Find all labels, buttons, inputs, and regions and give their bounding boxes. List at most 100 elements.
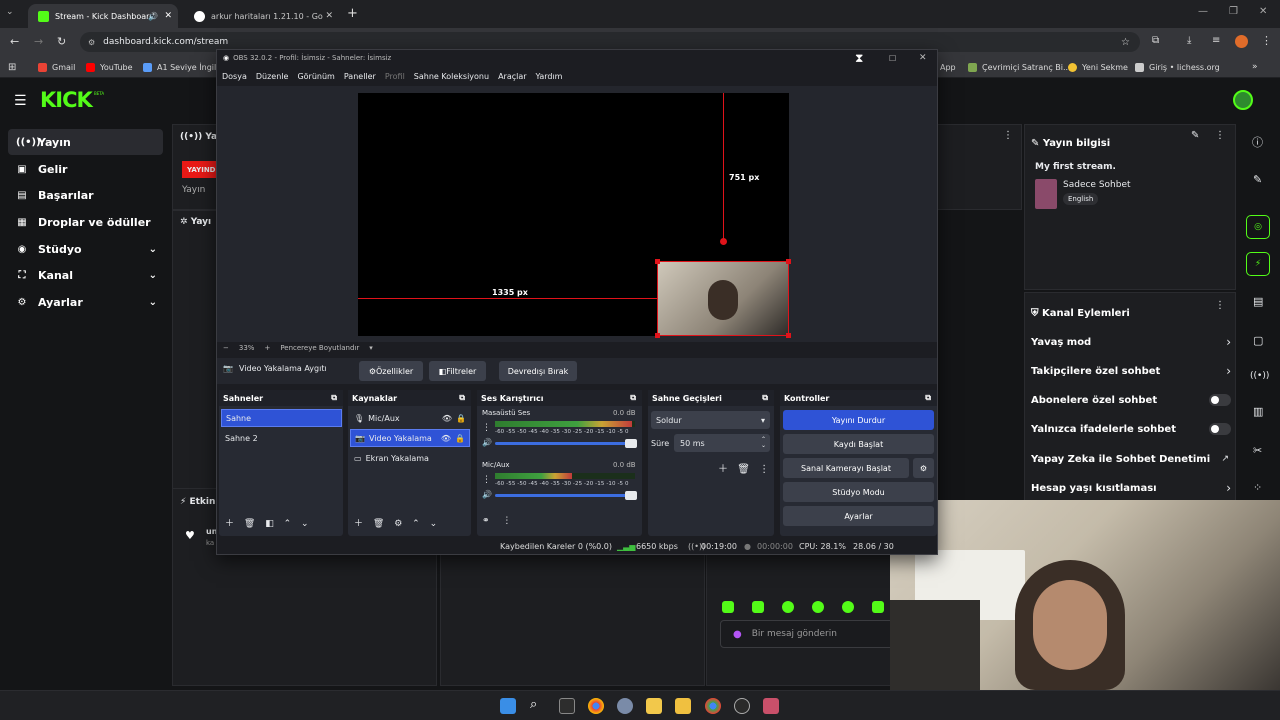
eye-icon[interactable]: 👁: [442, 414, 452, 423]
site-info-icon[interactable]: ⚙: [88, 38, 95, 47]
chevron-down-icon[interactable]: ▾: [369, 344, 373, 352]
wrench-icon[interactable]: ✂: [1253, 444, 1262, 457]
action-account-age[interactable]: Hesap yaşı kısıtlaması ›: [1031, 479, 1231, 497]
undock-icon[interactable]: ⧉: [925, 393, 931, 403]
close-tab-icon[interactable]: ✕: [325, 11, 333, 21]
resize-handle[interactable]: [786, 259, 791, 264]
emote-icon[interactable]: [842, 601, 854, 613]
obs-close-icon[interactable]: ✕: [919, 53, 927, 63]
resize-handle[interactable]: [655, 259, 660, 264]
trash-icon[interactable]: 🗑: [244, 519, 255, 529]
info-icon[interactable]: ⓘ: [1252, 134, 1263, 150]
action-followers-only[interactable]: Takipçilere özel sohbet ›: [1031, 362, 1231, 380]
hamburger-menu-icon[interactable]: ☰: [14, 93, 27, 109]
source-item[interactable]: ▭ Ekran Yakalama: [350, 449, 470, 467]
bookmark-new-tab[interactable]: Yeni Sekme: [1068, 60, 1128, 74]
panel-menu-icon[interactable]: ⋮: [1003, 130, 1013, 141]
menu-yardim[interactable]: Yardım: [536, 72, 563, 81]
chrome-icon[interactable]: [588, 698, 604, 714]
profile-avatar[interactable]: [1235, 35, 1248, 48]
guide-handle[interactable]: [720, 238, 727, 245]
reload-icon[interactable]: ↻: [57, 35, 66, 48]
zoom-in-button[interactable]: +: [264, 344, 270, 352]
reading-list-icon[interactable]: ≡: [1212, 35, 1220, 46]
action-ai-moderation[interactable]: Yapay Zeka ile Sohbet Denetimi ↗: [1031, 450, 1231, 468]
url-text[interactable]: dashboard.kick.com/stream: [103, 37, 228, 47]
windows-start-icon[interactable]: [500, 698, 516, 714]
nav-studyo[interactable]: ◉ Stüdyo ⌄: [8, 236, 163, 262]
download-icon[interactable]: ⤓: [1187, 35, 1191, 46]
more-icon[interactable]: ⁘: [1253, 481, 1262, 494]
list-icon[interactable]: ▥: [1253, 405, 1263, 418]
maximize-window-icon[interactable]: ❐: [1229, 6, 1238, 17]
speaker-icon[interactable]: 🔊: [482, 490, 492, 499]
bookmark-star-icon[interactable]: ☆: [1121, 37, 1130, 48]
broadcast-icon[interactable]: ((•)): [1250, 371, 1269, 381]
undock-icon[interactable]: ⧉: [459, 393, 465, 403]
undock-icon[interactable]: ⧉: [762, 393, 768, 403]
audio-icon[interactable]: 🔊: [148, 12, 158, 21]
emote-icon[interactable]: [752, 601, 764, 613]
menu-dosya[interactable]: Dosya: [222, 72, 247, 81]
rail-button-clip[interactable]: ◎: [1246, 215, 1270, 239]
action-slow-mode[interactable]: Yavaş mod ›: [1031, 333, 1231, 351]
emote-icon[interactable]: [782, 601, 794, 613]
slider-knob[interactable]: [625, 439, 637, 448]
lock-icon[interactable]: 🔒: [456, 414, 466, 423]
close-window-icon[interactable]: ✕: [1259, 6, 1267, 17]
nav-yayin[interactable]: ((•)) Yayın: [8, 129, 163, 155]
fit-to-window[interactable]: Pencereye Boyutlandır: [280, 344, 359, 352]
stepper-icon[interactable]: ⌃ ⌄: [761, 437, 766, 449]
webcam-source-box[interactable]: [655, 259, 791, 338]
bookmark-gmail[interactable]: Gmail: [38, 60, 75, 74]
preview-canvas[interactable]: 751 px 1335 px: [358, 93, 791, 338]
menu-duzenle[interactable]: Düzenle: [256, 72, 289, 81]
menu-profil[interactable]: Profil: [385, 72, 405, 81]
menu-araclar[interactable]: Araçlar: [498, 72, 526, 81]
settings-button[interactable]: Ayarlar: [783, 506, 934, 526]
desktop-volume-slider[interactable]: [495, 439, 637, 448]
notes-icon[interactable]: [675, 698, 691, 714]
nav-ayarlar[interactable]: ⚙ Ayarlar ⌄: [8, 289, 163, 315]
add-icon[interactable]: ＋: [354, 519, 363, 529]
chevron-down-icon[interactable]: ⌄: [430, 519, 438, 529]
bookmark-youtube[interactable]: YouTube: [86, 60, 133, 74]
apps-grid-icon[interactable]: ⊞: [8, 60, 16, 74]
nav-basarilar[interactable]: ▤ Başarılar: [8, 182, 163, 208]
speaker-icon[interactable]: 🔊: [482, 438, 492, 447]
obs-preview-area[interactable]: 751 px 1335 px: [217, 86, 937, 342]
emote-icon[interactable]: [872, 601, 884, 613]
more-bookmarks-icon[interactable]: »: [1252, 60, 1258, 74]
emote-icon[interactable]: [812, 601, 824, 613]
bookmark-app[interactable]: App: [940, 60, 956, 74]
chevron-down-icon[interactable]: ⌄: [301, 519, 309, 529]
nav-gelir[interactable]: ▣ Gelir: [8, 156, 163, 182]
edit-icon[interactable]: ✎: [1191, 130, 1199, 141]
pencil-icon[interactable]: ✎: [1253, 173, 1262, 186]
trash-icon[interactable]: 🗑: [373, 519, 384, 529]
resize-handle[interactable]: [786, 333, 791, 338]
undock-icon[interactable]: ⧉: [630, 393, 636, 403]
subscribers-only-toggle[interactable]: [1209, 394, 1231, 406]
undock-icon[interactable]: ⧉: [331, 393, 337, 403]
rail-button-bolt[interactable]: ⚡: [1246, 252, 1270, 276]
scene-item[interactable]: Sahne: [221, 409, 342, 427]
lock-icon[interactable]: 🔒: [455, 434, 465, 443]
tab-google-search[interactable]: arkur haritaları 1.21.10 - Google ✕: [184, 4, 339, 28]
transition-select[interactable]: Soldur ▾: [651, 411, 770, 429]
start-recording-button[interactable]: Kaydı Başlat: [783, 434, 934, 454]
eye-icon[interactable]: 👁: [441, 434, 451, 443]
studio-mode-button[interactable]: Stüdyo Modu: [783, 482, 934, 502]
nav-droplar[interactable]: ▦ Droplar ve ödüller: [8, 209, 163, 235]
scene-item[interactable]: Sahne 2: [221, 429, 342, 447]
emotes-only-toggle[interactable]: [1209, 423, 1231, 435]
resize-handle[interactable]: [655, 333, 660, 338]
link-icon[interactable]: ⚭: [482, 516, 490, 526]
zoom-out-button[interactable]: −: [223, 344, 229, 352]
filter-icon[interactable]: ◧: [265, 519, 274, 529]
menu-sahne-koleksiyonu[interactable]: Sahne Koleksiyonu: [414, 72, 489, 81]
terminal-icon[interactable]: [559, 698, 575, 714]
tab-search-icon[interactable]: ⌄: [6, 7, 14, 17]
obs-maximize-icon[interactable]: ☐: [889, 54, 896, 63]
microphone-icon[interactable]: ●: [733, 629, 742, 640]
